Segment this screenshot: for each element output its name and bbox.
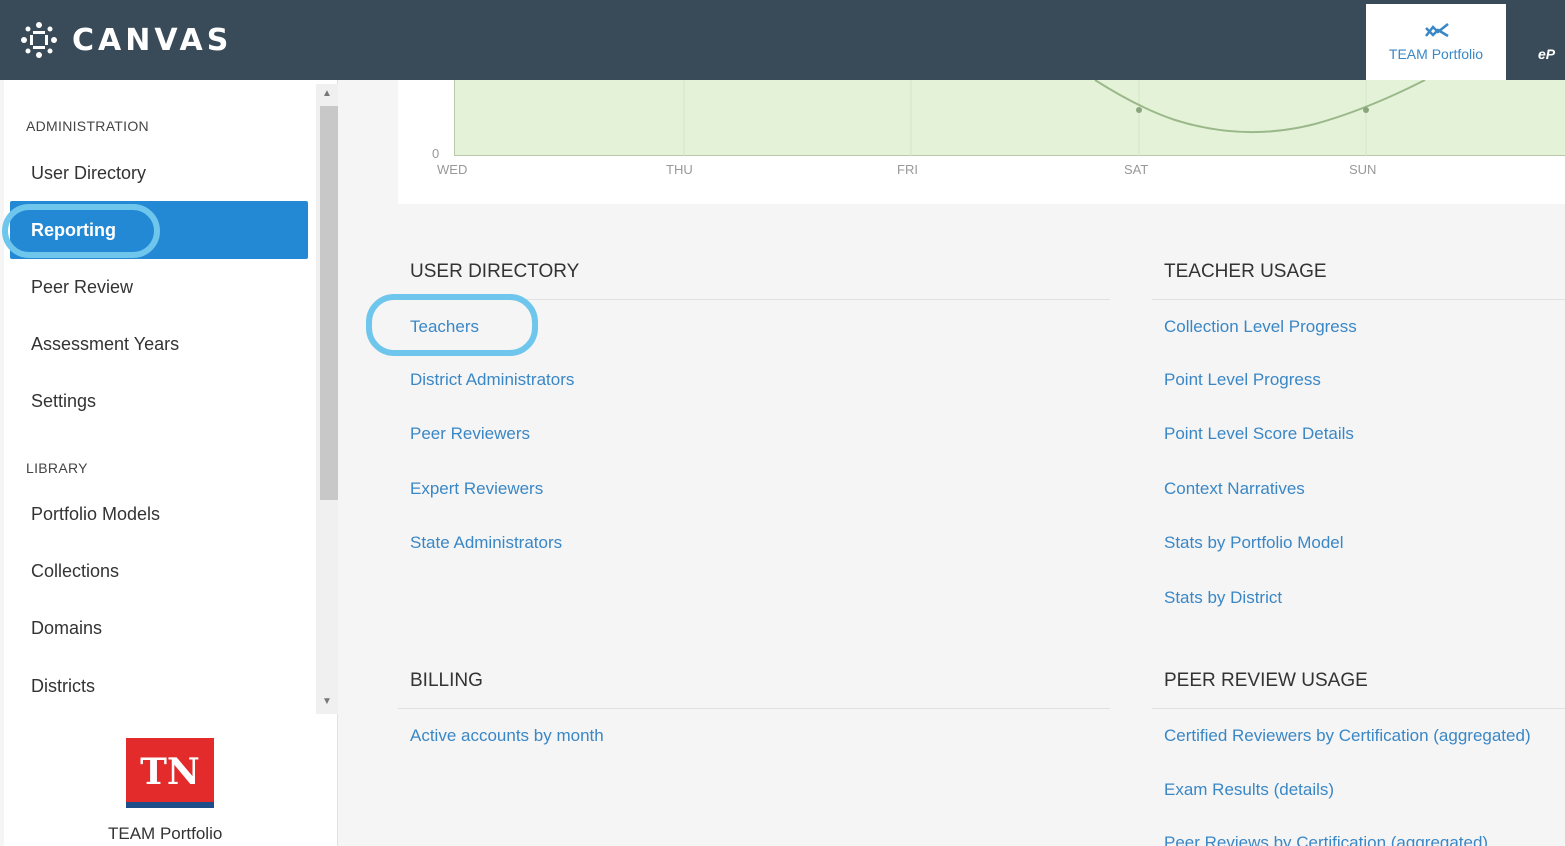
activity-chart-series <box>683 80 1426 156</box>
trend-chart-icon <box>1425 23 1449 38</box>
teacher-usage-section-title: TEACHER USAGE <box>1164 261 1327 282</box>
teacher-usage-divider <box>1152 299 1565 300</box>
link-certified-reviewers-by-certification[interactable]: Certified Reviewers by Certification (ag… <box>1164 726 1531 746</box>
billing-section-title: BILLING <box>410 670 483 691</box>
sidebar-item-domains[interactable]: Domains <box>10 599 308 657</box>
peer-review-usage-links: Certified Reviewers by Certification (ag… <box>1164 720 1565 846</box>
reporting-highlight-circle <box>2 204 160 258</box>
footer-team-portfolio-text: TEAM Portfolio <box>108 824 223 843</box>
link-stats-by-portfolio-model[interactable]: Stats by Portfolio Model <box>1164 533 1344 553</box>
link-expert-reviewers[interactable]: Expert Reviewers <box>410 479 543 499</box>
team-portfolio-tab-label: TEAM Portfolio <box>1388 46 1484 62</box>
link-peer-reviewers[interactable]: Peer Reviewers <box>410 424 530 444</box>
sidebar: ADMINISTRATION User Directory Reporting … <box>4 80 338 846</box>
sidebar-item-settings[interactable]: Settings <box>10 372 308 430</box>
link-state-administrators[interactable]: State Administrators <box>410 533 562 553</box>
chart-x-tick-thu: THU <box>666 162 693 177</box>
sidebar-scrollbar[interactable]: ▲ ▼ <box>316 84 338 714</box>
chart-y-tick-0: 0 <box>432 146 440 161</box>
administration-heading: ADMINISTRATION <box>26 118 149 134</box>
link-collection-level-progress[interactable]: Collection Level Progress <box>1164 317 1357 337</box>
canvas-logo[interactable]: CANVAS <box>18 20 232 60</box>
link-point-level-score-details[interactable]: Point Level Score Details <box>1164 424 1354 444</box>
sidebar-item-districts[interactable]: Districts <box>10 657 308 715</box>
peer-review-usage-divider <box>1152 708 1565 709</box>
chart-point-sun[interactable] <box>1363 107 1369 113</box>
teachers-highlight-circle <box>366 294 538 356</box>
team-portfolio-tab[interactable]: TEAM Portfolio <box>1366 4 1506 80</box>
sidebar-item-user-directory[interactable]: User Directory <box>10 144 308 202</box>
scroll-up-arrow-icon[interactable]: ▲ <box>322 88 332 99</box>
sidebar-item-portfolio-models[interactable]: Portfolio Models <box>10 485 308 543</box>
link-peer-reviews-by-certification[interactable]: Peer Reviews by Certification (aggregate… <box>1164 833 1488 846</box>
app-name: CANVAS <box>72 22 233 58</box>
link-stats-by-district[interactable]: Stats by District <box>1164 588 1282 608</box>
scroll-down-arrow-icon[interactable]: ▼ <box>322 696 332 707</box>
chart-x-tick-wed: WED <box>437 162 468 177</box>
link-active-accounts-by-month[interactable]: Active accounts by month <box>410 726 604 746</box>
sidebar-item-collections[interactable]: Collections <box>10 542 308 600</box>
activity-chart-area <box>454 80 1565 156</box>
user-directory-section-title: USER DIRECTORY <box>410 261 580 282</box>
link-exam-results-details[interactable]: Exam Results (details) <box>1164 780 1334 800</box>
tn-logo: TN <box>126 738 214 808</box>
sidebar-item-assessment-years[interactable]: Assessment Years <box>10 315 308 373</box>
link-point-level-progress[interactable]: Point Level Progress <box>1164 370 1321 390</box>
chart-point-sat[interactable] <box>1136 107 1142 113</box>
eportfolio-tab[interactable]: eP <box>1538 46 1555 62</box>
chart-x-tick-fri: FRI <box>897 162 918 177</box>
chart-x-tick-sun: SUN <box>1349 162 1377 177</box>
top-navigation-bar: CANVAS TEAM Portfolio eP <box>0 0 1565 80</box>
billing-divider <box>398 708 1110 709</box>
peer-review-usage-section-title: PEER REVIEW USAGE <box>1164 670 1368 691</box>
link-district-administrators[interactable]: District Administrators <box>410 370 574 390</box>
sidebar-scroll-thumb[interactable] <box>320 106 338 500</box>
chart-x-tick-sat: SAT <box>1124 162 1149 177</box>
canvas-logo-icon <box>21 22 57 58</box>
link-context-narratives[interactable]: Context Narratives <box>1164 479 1305 499</box>
library-heading: LIBRARY <box>26 460 88 476</box>
sidebar-item-peer-review[interactable]: Peer Review <box>10 258 308 316</box>
